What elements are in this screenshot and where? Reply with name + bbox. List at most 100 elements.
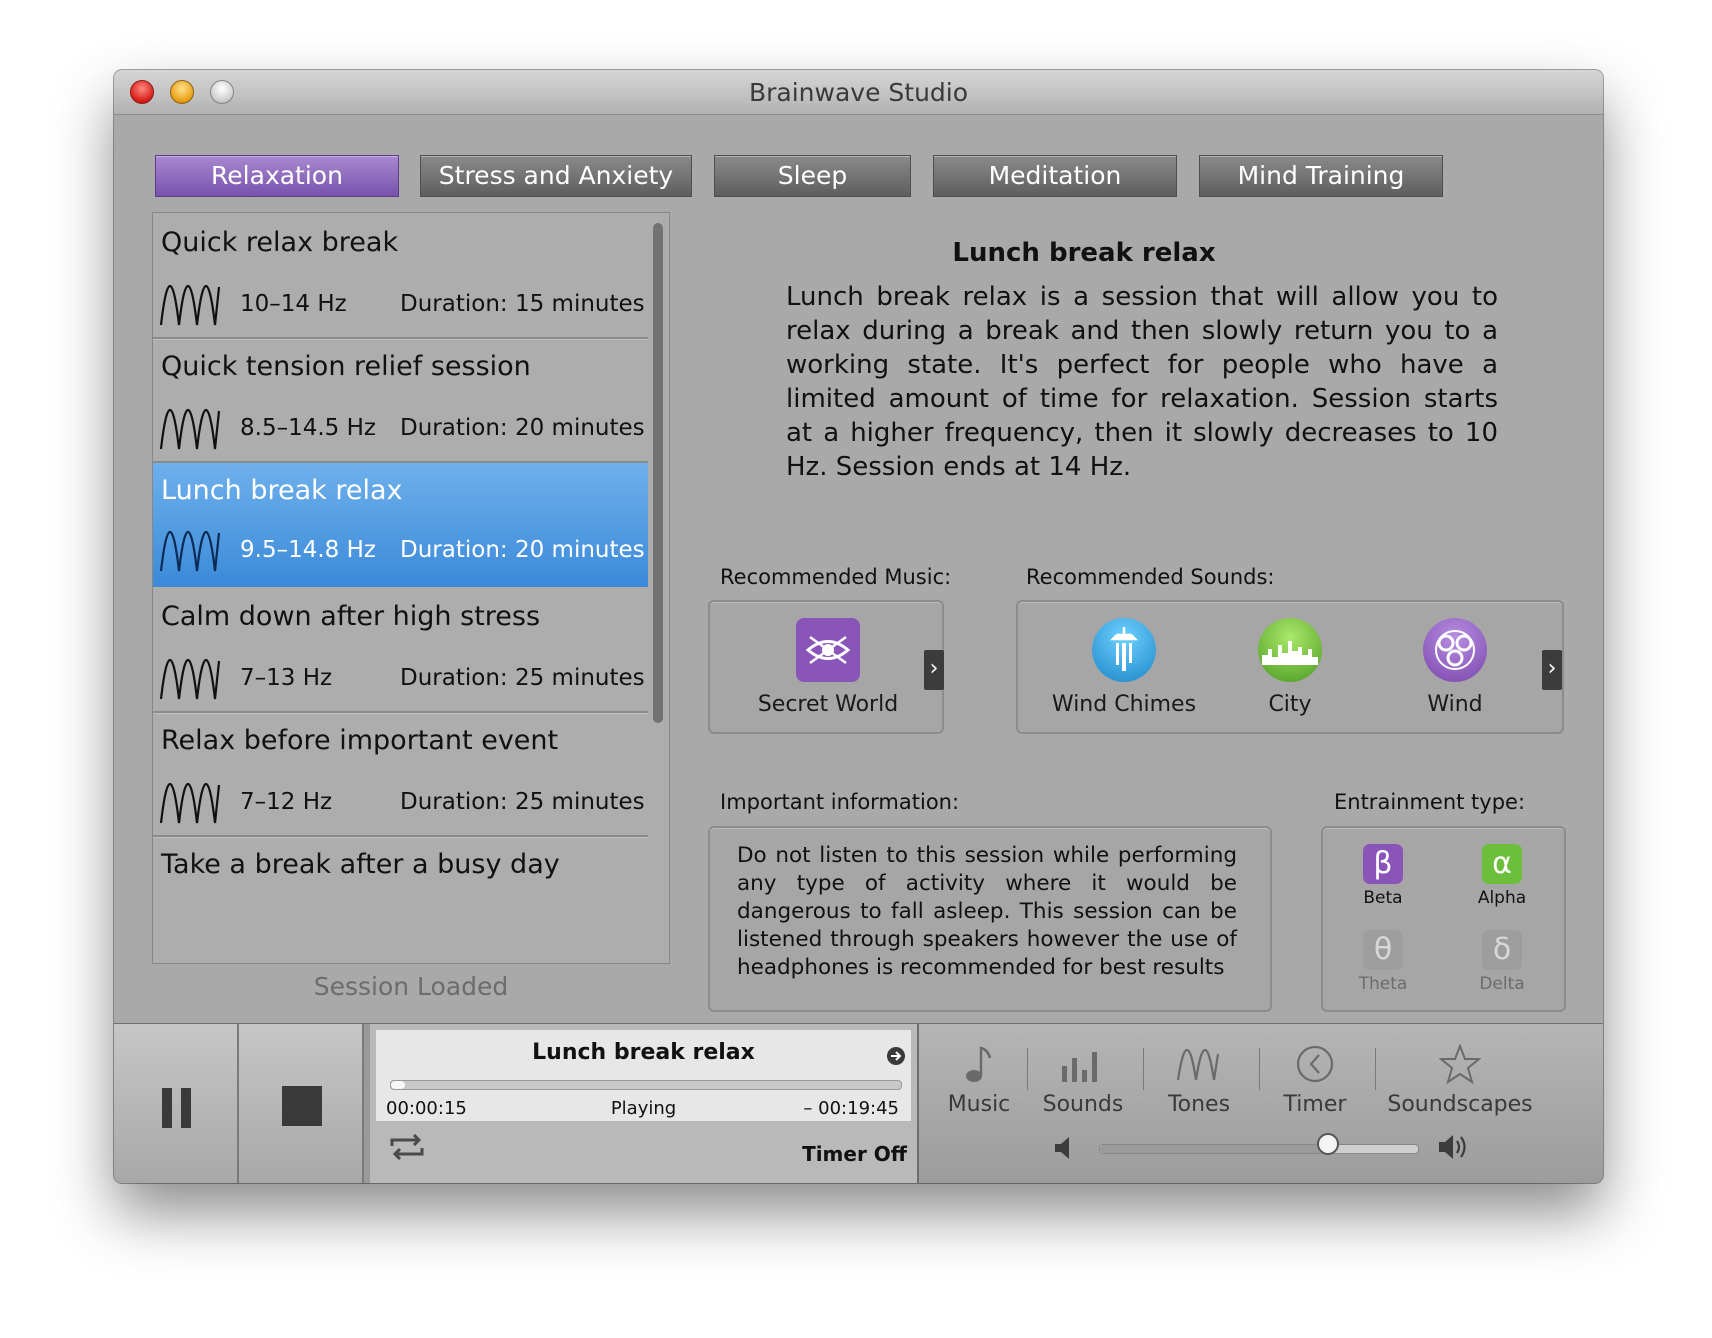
- timer-status: Timer Off: [802, 1142, 907, 1166]
- wave-icon: [159, 531, 221, 572]
- tab-label: Meditation: [988, 161, 1122, 190]
- nav-music-button[interactable]: Music: [919, 1036, 1039, 1117]
- app-window: Brainwave Studio Relaxation Stress and A…: [114, 70, 1603, 1183]
- sound-item-label: City: [1268, 692, 1312, 717]
- session-item[interactable]: Take a break after a busy day: [153, 835, 648, 963]
- pause-icon: [162, 1088, 191, 1128]
- session-item[interactable]: Quick tension relief session 8.5–14.5 Hz…: [153, 337, 648, 473]
- wave-icon: [159, 783, 221, 824]
- stop-button[interactable]: [239, 1024, 364, 1183]
- volume-slider[interactable]: [1099, 1144, 1419, 1154]
- nav-sounds-button[interactable]: Sounds: [1023, 1036, 1143, 1117]
- tab-relaxation[interactable]: Relaxation: [155, 155, 399, 197]
- recommended-music-panel: Secret World ›: [708, 600, 944, 734]
- session-title: Take a break after a busy day: [161, 849, 560, 880]
- session-description: Lunch break relax is a session that will…: [786, 282, 1498, 482]
- session-frequency: 9.5–14.8 Hz: [240, 537, 376, 563]
- pause-button[interactable]: [114, 1024, 239, 1183]
- nav-timer-button[interactable]: Timer: [1255, 1036, 1375, 1117]
- session-item[interactable]: Quick relax break 10–14 Hz Duration: 15 …: [153, 213, 648, 349]
- nav-tones-button[interactable]: Tones: [1139, 1036, 1259, 1117]
- navigation-panel: Music Sounds Tones Timer Soundscapes: [919, 1024, 1603, 1183]
- city-icon[interactable]: [1258, 618, 1322, 682]
- recommended-sounds-panel: Wind Chimes City Wind ›: [1016, 600, 1564, 734]
- sound-bars-icon: [1062, 1052, 1097, 1082]
- title-bar[interactable]: Brainwave Studio: [114, 70, 1603, 115]
- nav-label: Tones: [1167, 1092, 1231, 1117]
- nav-separator: [1375, 1048, 1376, 1090]
- session-item[interactable]: Calm down after high stress 7–13 Hz Dura…: [153, 587, 648, 723]
- session-item-selected[interactable]: Lunch break relax 9.5–14.8 Hz Duration: …: [153, 463, 648, 587]
- delta-icon: δ: [1482, 930, 1522, 970]
- tab-meditation[interactable]: Meditation: [933, 155, 1177, 197]
- session-duration: Duration: 20 minutes: [400, 537, 645, 563]
- nav-label: Sounds: [1042, 1092, 1124, 1117]
- tab-stress-and-anxiety[interactable]: Stress and Anxiety: [420, 155, 692, 197]
- session-title: Quick tension relief session: [161, 351, 531, 382]
- nav-soundscapes-button[interactable]: Soundscapes: [1383, 1036, 1537, 1117]
- session-status: Session Loaded: [313, 972, 509, 1001]
- recommended-sounds-label: Recommended Sounds:: [1026, 565, 1275, 589]
- wave-icon: [159, 285, 221, 326]
- session-frequency: 7–12 Hz: [240, 789, 333, 815]
- go-to-session-icon[interactable]: [886, 1046, 906, 1066]
- volume-low-icon: [1055, 1137, 1069, 1159]
- session-frequency: 10–14 Hz: [240, 291, 347, 317]
- session-list: Quick relax break 10–14 Hz Duration: 15 …: [152, 212, 670, 964]
- playback-progress-fill: [391, 1081, 405, 1089]
- remaining-time: – 00:19:45: [803, 1098, 899, 1119]
- entrainment-label: Delta: [1479, 974, 1525, 994]
- session-title: Relax before important event: [161, 725, 559, 756]
- now-playing-title: Lunch break relax: [532, 1040, 755, 1065]
- music-note-icon: [966, 1046, 992, 1082]
- tab-label: Relaxation: [211, 161, 343, 190]
- session-frequency: 8.5–14.5 Hz: [240, 415, 376, 441]
- session-duration: Duration: 15 minutes: [400, 291, 645, 317]
- entrainment-panel: β Beta α Alpha θ Theta δ Delta: [1321, 826, 1566, 1012]
- music-next-arrow-icon[interactable]: ›: [924, 650, 944, 690]
- player-bar: Lunch break relax 00:00:15 Playing – 00:…: [114, 1023, 1603, 1183]
- list-scrollbar[interactable]: [653, 223, 663, 723]
- wave-icon: [159, 409, 221, 450]
- important-info-text: Do not listen to this session while perf…: [737, 843, 1237, 980]
- window-title: Brainwave Studio: [748, 78, 969, 107]
- tab-mind-training[interactable]: Mind Training: [1199, 155, 1443, 197]
- repeat-icon[interactable]: [388, 1132, 426, 1162]
- session-detail-title: Lunch break relax: [952, 238, 1216, 268]
- tone-wave-icon: [1176, 1048, 1220, 1081]
- nav-label: Music: [947, 1092, 1011, 1117]
- alpha-icon[interactable]: α: [1482, 844, 1522, 884]
- tab-label: Sleep: [777, 161, 848, 190]
- session-title: Calm down after high stress: [161, 601, 541, 632]
- session-title: Lunch break relax: [161, 475, 403, 506]
- secret-world-icon[interactable]: [796, 618, 860, 682]
- volume-slider-knob[interactable]: [1316, 1133, 1339, 1155]
- beta-icon[interactable]: β: [1363, 844, 1403, 884]
- session-duration: Duration: 20 minutes: [400, 415, 645, 441]
- sound-item-label: Wind: [1427, 692, 1483, 717]
- star-icon: [1439, 1044, 1481, 1084]
- entrainment-label: Beta: [1363, 888, 1403, 908]
- session-title: Quick relax break: [161, 227, 399, 258]
- session-frequency: 7–13 Hz: [240, 665, 333, 691]
- now-playing-panel: Lunch break relax 00:00:15 Playing – 00:…: [370, 1024, 919, 1183]
- sound-item-label: Wind Chimes: [1051, 692, 1197, 717]
- nav-label: Soundscapes: [1387, 1092, 1533, 1117]
- wind-chimes-icon[interactable]: [1092, 618, 1156, 682]
- volume-slider-fill: [1100, 1145, 1329, 1153]
- session-item[interactable]: Relax before important event 7–12 Hz Dur…: [153, 711, 648, 847]
- entrainment-label: Alpha: [1477, 888, 1527, 908]
- tab-sleep[interactable]: Sleep: [714, 155, 911, 197]
- nav-label: Timer: [1283, 1092, 1347, 1117]
- tab-label: Mind Training: [1237, 161, 1405, 190]
- stop-icon: [282, 1086, 322, 1126]
- clock-icon: [1296, 1045, 1334, 1083]
- playback-progress[interactable]: [390, 1080, 902, 1090]
- wind-icon[interactable]: [1423, 618, 1487, 682]
- tab-label: Stress and Anxiety: [438, 161, 674, 190]
- recommended-music-label: Recommended Music:: [720, 565, 952, 589]
- volume-high-icon: [1439, 1135, 1466, 1159]
- sounds-next-arrow-icon[interactable]: ›: [1542, 650, 1562, 690]
- wave-icon: [159, 659, 221, 700]
- session-duration: Duration: 25 minutes: [400, 665, 645, 691]
